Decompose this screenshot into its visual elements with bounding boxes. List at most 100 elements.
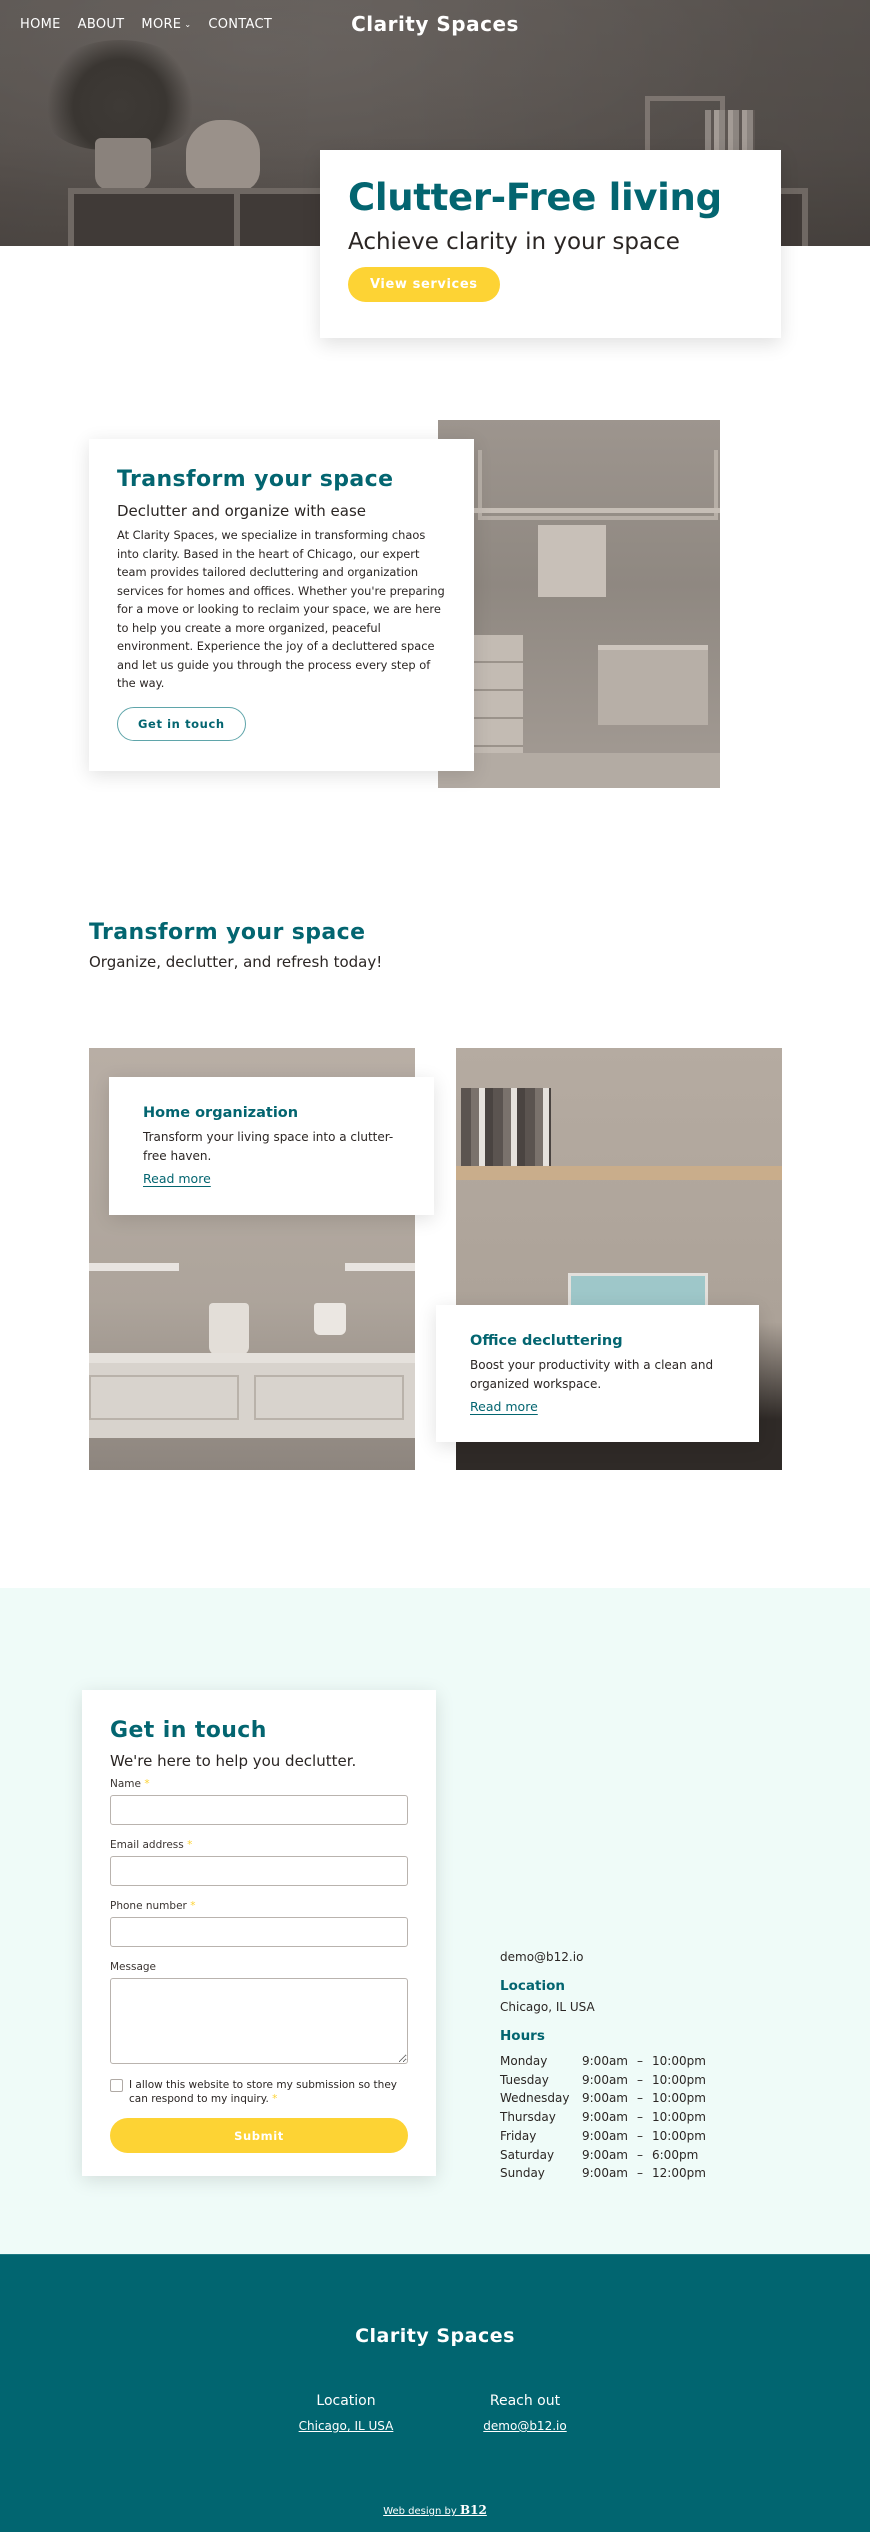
hours-open: 9:00am bbox=[582, 2147, 628, 2162]
hours-table: Monday 9:00am –10:00pm Tuesday 9:00am –10:00p… bbox=[500, 2052, 706, 2183]
hours-row: Wednesday 9:00am –10:00pm bbox=[500, 2089, 706, 2108]
message-textarea[interactable] bbox=[110, 1978, 408, 2064]
consent-text: I allow this website to store my submiss… bbox=[129, 2078, 408, 2106]
image-drawer bbox=[89, 1375, 239, 1420]
contact-info: demo@b12.io Location Chicago, IL USA Hou… bbox=[500, 1950, 706, 2183]
site-footer: Clarity Spaces Location Chicago, IL USA … bbox=[0, 2254, 870, 2532]
credit-text: Web design by bbox=[383, 2506, 460, 2517]
hours-separator: – bbox=[637, 2072, 643, 2087]
nav-item-contact[interactable]: CONTACT bbox=[208, 17, 272, 32]
nav-item-about[interactable]: ABOUT bbox=[78, 17, 125, 32]
hours-close: 10:00pm bbox=[652, 2110, 706, 2125]
required-marker: * bbox=[190, 1900, 196, 1912]
site-logo-text[interactable]: Clarity Spaces bbox=[351, 12, 519, 36]
hero-subtitle: Achieve clarity in your space bbox=[348, 228, 680, 255]
label-text: Name bbox=[110, 1778, 141, 1790]
service-description: Transform your living space into a clutt… bbox=[143, 1130, 394, 1163]
service-title: Home organization bbox=[143, 1105, 299, 1121]
hero-vase-image bbox=[186, 120, 260, 192]
hours-day: Sunday bbox=[500, 2166, 545, 2181]
hours-separator: – bbox=[637, 2110, 643, 2125]
footer-reach-heading: Reach out bbox=[489, 2393, 561, 2409]
service-card-home-organization: Home organization Transform your living … bbox=[109, 1077, 434, 1215]
hours-close: 10:00pm bbox=[652, 2072, 706, 2087]
about-title: Transform your space bbox=[117, 467, 394, 492]
chevron-down-icon: ⌄ bbox=[184, 20, 192, 29]
services-title: Transform your space bbox=[89, 920, 366, 945]
email-input[interactable] bbox=[110, 1856, 408, 1886]
service-description: Boost your productivity with a clean and… bbox=[470, 1358, 714, 1391]
name-input[interactable] bbox=[110, 1795, 408, 1825]
hours-open: 9:00am bbox=[582, 2128, 628, 2143]
consent-checkbox[interactable] bbox=[110, 2079, 123, 2092]
phone-label: Phone number * bbox=[110, 1900, 408, 1912]
label-text: Phone number bbox=[110, 1900, 187, 1912]
message-label: Message bbox=[110, 1961, 157, 1973]
hours-close: 10:00pm bbox=[652, 2128, 706, 2143]
footer-location-column: Location Chicago, IL USA bbox=[296, 2393, 396, 2433]
location-text: Chicago, IL USA bbox=[500, 2000, 595, 2014]
about-body: At Clarity Spaces, we specialize in tran… bbox=[117, 528, 445, 690]
contact-email[interactable]: demo@b12.io bbox=[500, 1950, 706, 1964]
phone-field-group: Phone number * bbox=[110, 1900, 408, 1947]
hours-separator: – bbox=[637, 2147, 643, 2162]
contact-form: Get in touch We're here to help you decl… bbox=[82, 1690, 436, 2176]
required-marker: * bbox=[187, 1839, 193, 1851]
services-subtitle: Organize, declutter, and refresh today! bbox=[89, 953, 383, 971]
view-services-button[interactable]: View services bbox=[348, 266, 500, 302]
hours-close: 10:00pm bbox=[652, 2054, 706, 2068]
read-more-link[interactable]: Read more bbox=[470, 1399, 538, 1414]
location-heading: Location bbox=[500, 1978, 565, 1994]
main-nav: HOME ABOUT MORE ⌄ CONTACT bbox=[20, 17, 272, 32]
hours-open: 9:00am bbox=[582, 2054, 628, 2068]
shelf-divider bbox=[234, 194, 240, 246]
hours-row: Friday 9:00am –10:00pm bbox=[500, 2127, 706, 2146]
nav-label: MORE bbox=[141, 17, 182, 32]
image-shelf bbox=[345, 1263, 415, 1271]
image-drawer bbox=[254, 1375, 404, 1420]
email-label: Email address * bbox=[110, 1839, 408, 1851]
b12-credit-link[interactable]: Web design by B12 bbox=[383, 2503, 487, 2517]
service-card-office-decluttering: Office decluttering Boost your productiv… bbox=[436, 1305, 759, 1442]
nav-item-more[interactable]: MORE ⌄ bbox=[141, 17, 191, 32]
get-in-touch-button[interactable]: Get in touch bbox=[117, 706, 246, 741]
image-wood-shelf bbox=[456, 1166, 782, 1180]
footer-brand: Clarity Spaces bbox=[355, 2325, 515, 2347]
hours-day: Friday bbox=[500, 2128, 537, 2143]
hours-day: Thursday bbox=[500, 2110, 556, 2125]
hours-separator: – bbox=[637, 2054, 643, 2068]
image-pitcher bbox=[209, 1303, 249, 1355]
nav-item-home[interactable]: HOME bbox=[20, 17, 61, 32]
hours-separator: – bbox=[637, 2166, 643, 2181]
hours-day: Wednesday bbox=[500, 2091, 570, 2106]
hours-separator: – bbox=[637, 2091, 643, 2106]
name-field-group: Name * bbox=[110, 1778, 408, 1825]
footer-email-link[interactable]: demo@b12.io bbox=[470, 2419, 580, 2433]
contact-section: Get in touch We're here to help you decl… bbox=[0, 1588, 870, 2254]
hours-close: 12:00pm bbox=[652, 2166, 706, 2181]
hours-row: Saturday 9:00am –6:00pm bbox=[500, 2146, 706, 2165]
message-field-group: Message bbox=[110, 1961, 408, 2064]
read-more-link[interactable]: Read more bbox=[143, 1171, 211, 1186]
b12-logo: B12 bbox=[459, 2503, 487, 2517]
contact-subtitle: We're here to help you declutter. bbox=[110, 1752, 357, 1770]
hours-open: 9:00am bbox=[582, 2091, 628, 2106]
footer-location-heading: Location bbox=[316, 2393, 376, 2409]
hours-open: 9:00am bbox=[582, 2072, 628, 2087]
image-books bbox=[461, 1088, 551, 1166]
hours-day: Tuesday bbox=[500, 2072, 549, 2087]
footer-location-link[interactable]: Chicago, IL USA bbox=[296, 2419, 396, 2433]
about-image-shelf bbox=[438, 508, 720, 513]
phone-input[interactable] bbox=[110, 1917, 408, 1947]
label-text: Email address bbox=[110, 1839, 184, 1851]
hours-close: 6:00pm bbox=[652, 2147, 699, 2162]
submit-button[interactable]: Submit bbox=[110, 2118, 408, 2153]
hours-separator: – bbox=[637, 2128, 643, 2143]
hours-open: 9:00am bbox=[582, 2166, 628, 2181]
required-marker: * bbox=[272, 2093, 278, 2105]
hours-open: 9:00am bbox=[582, 2110, 628, 2125]
hours-row: Monday 9:00am –10:00pm bbox=[500, 2052, 706, 2071]
contact-title: Get in touch bbox=[110, 1718, 267, 1743]
hours-row: Sunday 9:00am –12:00pm bbox=[500, 2164, 706, 2183]
hours-row: Tuesday 9:00am –10:00pm bbox=[500, 2071, 706, 2090]
